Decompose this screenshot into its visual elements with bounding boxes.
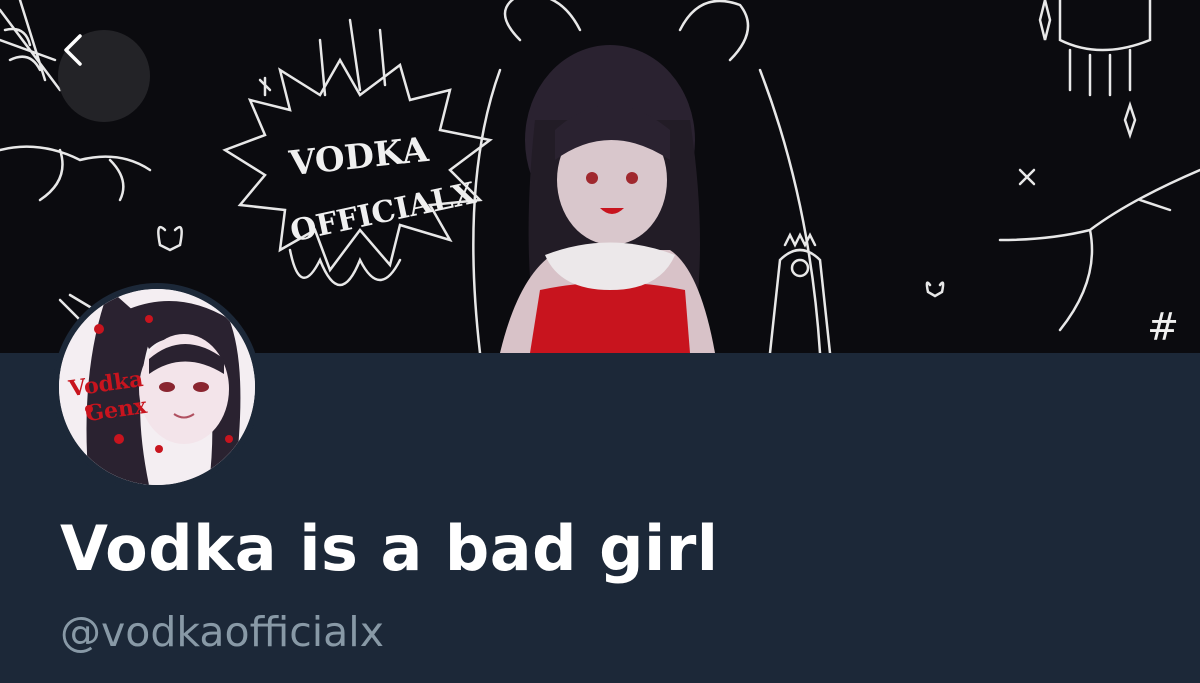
profile-handle: @vodkaofficialx: [60, 608, 384, 656]
banner-art-text-2: OFFICIALX: [287, 176, 479, 250]
back-button[interactable]: [58, 30, 150, 122]
profile-avatar[interactable]: Vodka Genx: [53, 283, 261, 491]
profile-display-name: Vodka is a bad girl: [60, 512, 719, 585]
chevron-left-icon: [64, 34, 82, 66]
banner-art-text-1: VODKA: [286, 130, 430, 185]
avatar-image: Vodka Genx: [59, 289, 255, 485]
avatar-artwork: Vodka Genx: [59, 289, 255, 485]
banner-hash-glyph: #: [1147, 305, 1179, 349]
